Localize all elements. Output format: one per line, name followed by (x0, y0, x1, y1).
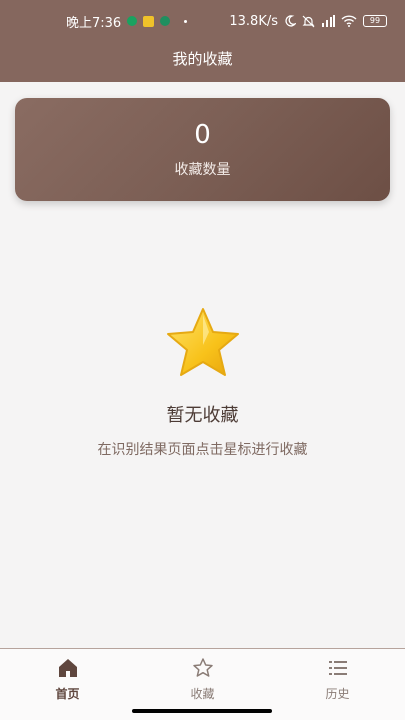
tab-favorites[interactable]: 收藏 (135, 649, 270, 704)
notification-folder-icon (143, 15, 155, 27)
signal-icon (321, 15, 335, 27)
favorites-count-value: 0 (194, 120, 211, 150)
list-icon (327, 657, 349, 679)
favorites-page: 晚上7:36 13.8K/s 99 我的收藏 0 收藏数量 暂无收藏 在识别结果… (0, 0, 405, 720)
home-icon (57, 657, 79, 679)
status-bar: 晚上7:36 13.8K/s 99 (0, 0, 405, 42)
network-speed: 13.8K/s (229, 13, 278, 29)
more-notifications-icon (184, 19, 188, 23)
notification-shield-icon (160, 16, 171, 26)
empty-title: 暂无收藏 (166, 405, 239, 426)
bottom-tab-bar: 首页 收藏 历史 (0, 648, 405, 704)
tab-history[interactable]: 历史 (270, 649, 405, 704)
star-outline-icon (192, 657, 214, 679)
moon-icon (284, 15, 296, 27)
wifi-icon (341, 15, 357, 27)
tab-history-label: 历史 (325, 687, 350, 701)
mute-icon (302, 15, 315, 28)
star-icon (163, 305, 243, 381)
home-indicator[interactable] (132, 709, 272, 713)
empty-state: 暂无收藏 在识别结果页面点击星标进行收藏 (0, 305, 405, 459)
battery-indicator: 99 (363, 15, 387, 27)
tab-home-label: 首页 (55, 687, 80, 701)
tab-home[interactable]: 首页 (0, 649, 135, 704)
empty-subtitle: 在识别结果页面点击星标进行收藏 (97, 442, 308, 458)
notification-app-icon (127, 16, 138, 26)
status-right: 13.8K/s 99 (229, 14, 387, 29)
status-time: 晚上7:36 (66, 15, 122, 31)
favorites-count-label: 收藏数量 (174, 162, 231, 178)
page-title: 我的收藏 (172, 50, 233, 68)
app-header: 晚上7:36 13.8K/s 99 我的收藏 (0, 0, 405, 82)
status-left: 晚上7:36 (66, 12, 188, 31)
tab-favorites-label: 收藏 (190, 687, 215, 701)
favorites-count-card: 0 收藏数量 (15, 98, 390, 201)
